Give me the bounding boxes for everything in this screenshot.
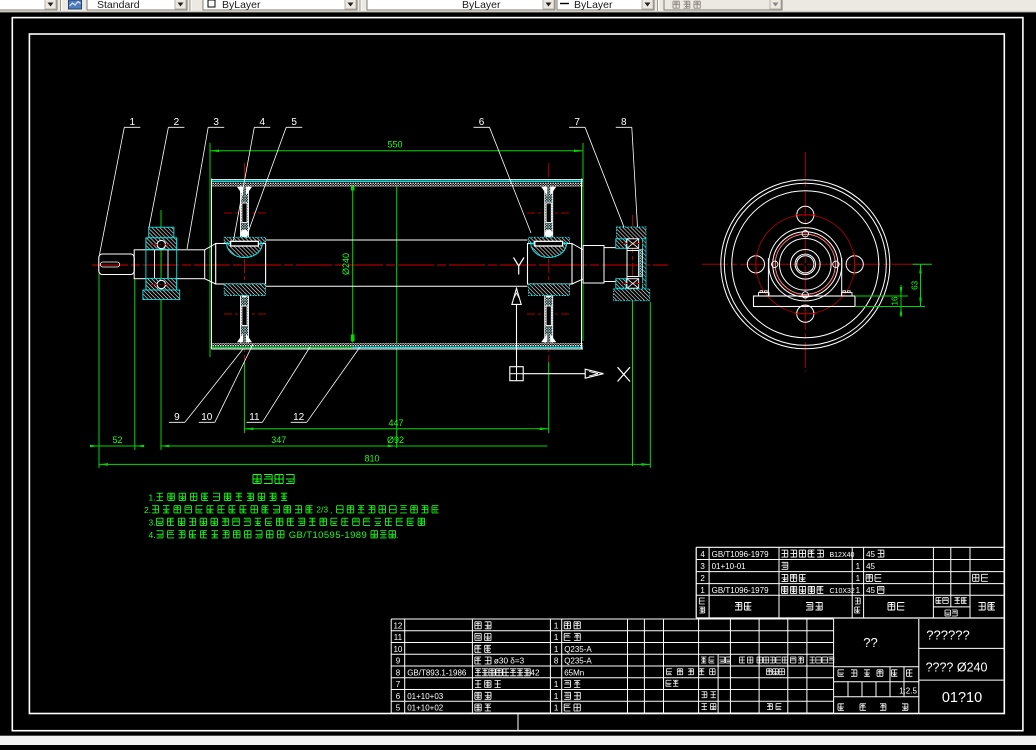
svg-text:1: 1: [554, 704, 559, 713]
svg-text:10: 10: [393, 645, 402, 654]
svg-text:63: 63: [910, 280, 919, 289]
svg-text:1: 1: [856, 574, 861, 583]
svg-text:01+10+03: 01+10+03: [407, 692, 444, 701]
svg-text:2.: 2.: [144, 505, 151, 515]
svg-text:3: 3: [700, 562, 705, 571]
svg-text:12: 12: [393, 621, 402, 630]
svg-text:52: 52: [112, 435, 122, 445]
svg-text:GB/T1096-1979: GB/T1096-1979: [712, 550, 769, 559]
svg-text:1: 1: [554, 633, 559, 642]
svg-text:4: 4: [700, 550, 705, 559]
svg-text:,: ,: [330, 505, 332, 515]
svg-text:2: 2: [174, 117, 180, 128]
svg-text:10: 10: [201, 412, 213, 423]
svg-text:45: 45: [866, 562, 875, 571]
svg-text:42: 42: [530, 668, 540, 677]
svg-text:5: 5: [396, 704, 401, 713]
svg-text:550: 550: [387, 140, 402, 150]
svg-text:2: 2: [700, 574, 705, 583]
svg-text:ByLayer: ByLayer: [574, 0, 613, 11]
svg-text:9: 9: [174, 412, 180, 423]
svg-text:???? Ø240: ???? Ø240: [926, 661, 988, 675]
svg-text:5: 5: [291, 117, 297, 128]
svg-text:01?10: 01?10: [942, 690, 982, 706]
svg-text:Ø240: Ø240: [341, 253, 351, 275]
svg-text:6: 6: [396, 692, 401, 701]
svg-text:2/3: 2/3: [316, 505, 328, 515]
svg-text:12: 12: [293, 412, 305, 423]
svg-text:.: .: [396, 530, 398, 540]
svg-text:ø30 δ=3: ø30 δ=3: [494, 657, 525, 666]
svg-text:1: 1: [554, 692, 559, 701]
svg-text:9: 9: [396, 657, 401, 666]
svg-text:1: 1: [700, 586, 705, 595]
svg-text:??: ??: [863, 635, 877, 650]
svg-text:1:2.5: 1:2.5: [899, 687, 917, 696]
svg-text:1: 1: [554, 680, 559, 689]
svg-text:ByLayer: ByLayer: [222, 0, 261, 11]
svg-text:1: 1: [856, 586, 861, 595]
svg-text:16: 16: [891, 296, 900, 305]
svg-text:7: 7: [574, 117, 580, 128]
svg-text:65Mn: 65Mn: [564, 668, 584, 677]
svg-text:1: 1: [554, 645, 559, 654]
svg-text:6: 6: [479, 117, 485, 128]
svg-text:1: 1: [856, 562, 861, 571]
svg-text:447: 447: [388, 418, 403, 428]
svg-text:45: 45: [866, 586, 875, 595]
svg-text:3.: 3.: [149, 518, 156, 528]
svg-text:Standard: Standard: [97, 0, 140, 11]
svg-text:1: 1: [130, 117, 136, 128]
svg-text:Ø92: Ø92: [387, 435, 404, 445]
svg-text:Q235-A: Q235-A: [564, 645, 592, 654]
svg-text:8: 8: [396, 668, 401, 677]
svg-text:347: 347: [271, 435, 286, 445]
svg-text:11: 11: [394, 633, 403, 642]
svg-text:4: 4: [260, 117, 266, 128]
svg-text:??????: ??????: [926, 628, 969, 643]
svg-text:01+10-01: 01+10-01: [712, 562, 747, 571]
svg-text:GB/T893.1-1986: GB/T893.1-1986: [407, 668, 467, 677]
svg-text:GB/T1096-1979: GB/T1096-1979: [712, 586, 769, 595]
svg-text:11: 11: [249, 412, 260, 423]
svg-text:810: 810: [364, 453, 379, 463]
svg-text:4.: 4.: [149, 530, 156, 540]
svg-text:C10X32: C10X32: [830, 588, 855, 595]
svg-text:01+10+02: 01+10+02: [407, 704, 444, 713]
svg-text:45: 45: [866, 550, 875, 559]
svg-text:1.: 1.: [149, 493, 156, 503]
svg-text:3: 3: [213, 117, 219, 128]
svg-text:1: 1: [554, 621, 559, 630]
svg-text:7: 7: [396, 680, 401, 689]
svg-text:B12X40: B12X40: [830, 552, 855, 559]
svg-text:8: 8: [554, 657, 559, 666]
svg-text:GB/T10595-1989: GB/T10595-1989: [289, 530, 367, 541]
svg-text:ByLayer: ByLayer: [462, 0, 501, 11]
svg-text:8: 8: [621, 117, 627, 128]
svg-text:Q235-A: Q235-A: [564, 657, 592, 666]
